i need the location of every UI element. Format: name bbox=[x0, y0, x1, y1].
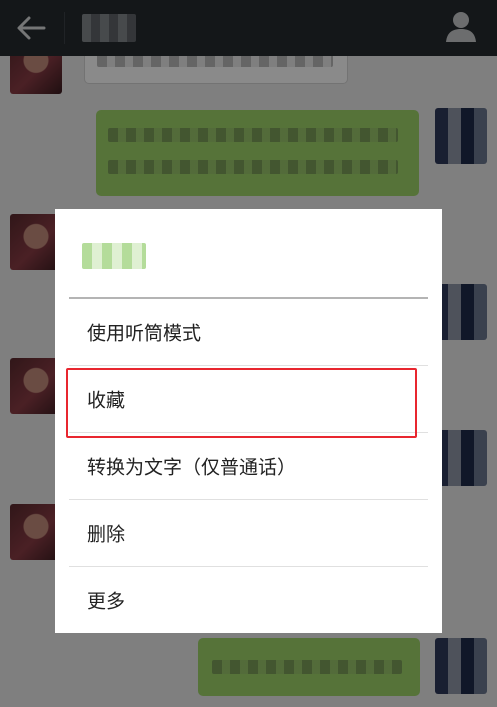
menu-item-label: 更多 bbox=[87, 590, 126, 613]
highlight-box bbox=[66, 368, 417, 438]
menu-item-convert-to-text[interactable]: 转换为文字（仅普通话） bbox=[69, 433, 428, 499]
menu-item-label: 使用听筒模式 bbox=[87, 322, 202, 345]
menu-item-label: 删除 bbox=[87, 523, 126, 546]
dialog-title-blurred bbox=[82, 243, 146, 269]
menu-item-more[interactable]: 更多 bbox=[69, 567, 428, 633]
menu-item-label: 转换为文字（仅普通话） bbox=[87, 456, 297, 479]
menu-item-earpiece-mode[interactable]: 使用听筒模式 bbox=[69, 299, 428, 365]
menu-item-delete[interactable]: 删除 bbox=[69, 500, 428, 566]
dialog-title bbox=[82, 243, 146, 269]
